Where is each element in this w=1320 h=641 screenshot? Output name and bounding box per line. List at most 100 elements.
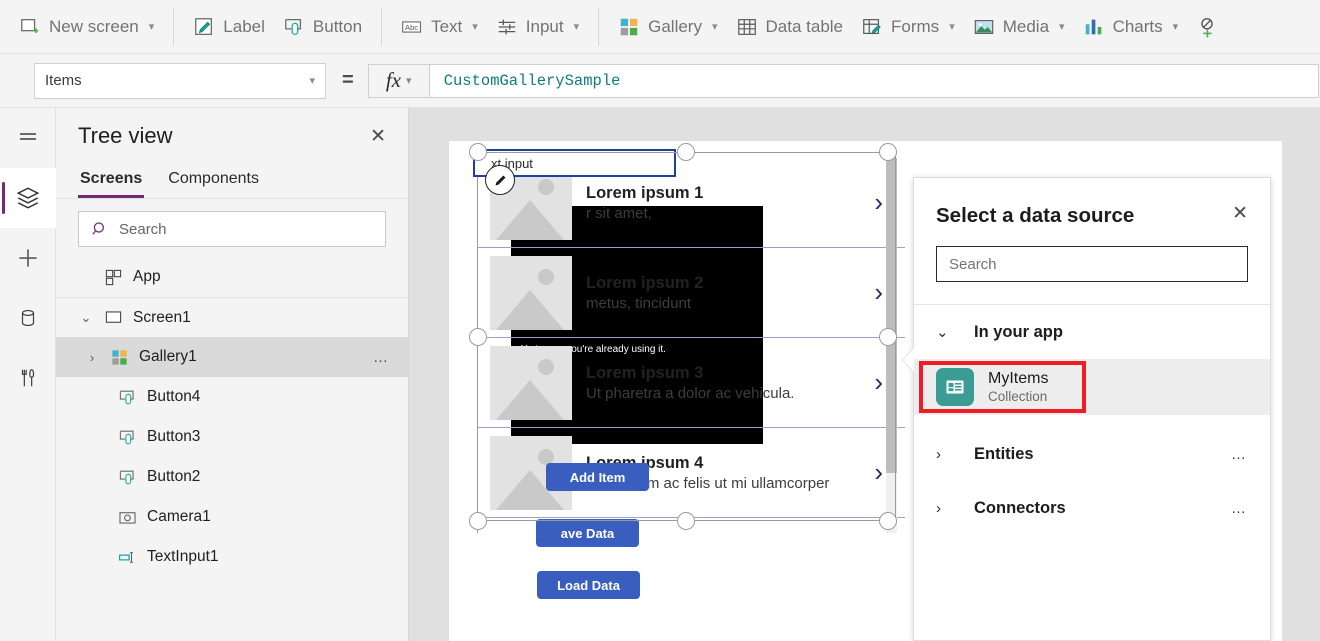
tree-row-button4[interactable]: Button4 bbox=[56, 377, 408, 417]
gallery-row-title: Lorem ipsum 1 bbox=[586, 182, 874, 204]
tree-row-camera1[interactable]: Camera1 bbox=[56, 497, 408, 537]
ribbon-item-label: Gallery bbox=[648, 17, 702, 37]
resize-handle-bottom-left[interactable] bbox=[469, 512, 487, 530]
data-table-icon bbox=[736, 16, 758, 38]
ribbon-gallery-button[interactable]: Gallery ▾ bbox=[609, 7, 726, 47]
gallery-image-placeholder bbox=[490, 346, 572, 420]
ribbon-forms-button[interactable]: Forms ▾ bbox=[852, 7, 964, 47]
ribbon-button-button[interactable]: Button bbox=[274, 7, 371, 47]
edit-pencil-icon[interactable] bbox=[485, 165, 515, 195]
section-context-menu-icon[interactable]: … bbox=[1231, 446, 1248, 463]
resize-handle-mid-left[interactable] bbox=[469, 328, 487, 346]
add-item-button[interactable]: Add Item bbox=[546, 463, 649, 491]
rail-item-media-tools[interactable] bbox=[0, 348, 56, 408]
tree-row-button2[interactable]: Button2 bbox=[56, 457, 408, 497]
ribbon-item-label: Media bbox=[1003, 17, 1049, 37]
tree-search-input[interactable]: Search bbox=[78, 211, 386, 247]
ribbon-text-button[interactable]: Abc Text ▾ bbox=[392, 7, 487, 47]
tree-row-label: Screen1 bbox=[133, 309, 191, 327]
chevron-down-icon: ▾ bbox=[1173, 20, 1179, 33]
chevron-down-icon: ▾ bbox=[712, 20, 718, 33]
tab-screens[interactable]: Screens bbox=[78, 164, 144, 198]
tree-row-screen1[interactable]: ⌄ Screen1 bbox=[56, 297, 408, 337]
section-label: Connectors bbox=[974, 499, 1066, 518]
charts-icon bbox=[1083, 16, 1105, 38]
twisty-expanded-icon[interactable]: ⌄ bbox=[78, 310, 94, 326]
gallery-row-subtitle: metus, tincidunt bbox=[586, 294, 874, 314]
ribbon-add-icon-button[interactable] bbox=[1187, 7, 1227, 47]
resize-handle-top-right[interactable] bbox=[879, 143, 897, 161]
rail-item-hamburger[interactable] bbox=[0, 108, 56, 168]
button-icon bbox=[118, 468, 137, 487]
resize-handle-bottom-center[interactable] bbox=[677, 512, 695, 530]
ribbon-label-button[interactable]: Label bbox=[184, 7, 274, 47]
ribbon-item-label: Button bbox=[313, 17, 362, 37]
tree-row-gallery1[interactable]: › Gallery1 … bbox=[56, 337, 408, 377]
row-context-menu-icon[interactable]: … bbox=[373, 349, 390, 366]
load-data-button[interactable]: Load Data bbox=[537, 571, 640, 599]
data-source-title: Select a data source bbox=[936, 204, 1134, 228]
tree-row-label: Button2 bbox=[147, 468, 200, 486]
tree-row-app[interactable]: App bbox=[56, 257, 408, 297]
resize-handle-top-left[interactable] bbox=[469, 143, 487, 161]
resize-handle-bottom-right[interactable] bbox=[879, 512, 897, 530]
ribbon-data-table-button[interactable]: Data table bbox=[727, 7, 853, 47]
ribbon-new-screen-button[interactable]: New screen ▾ bbox=[10, 7, 163, 47]
resize-handle-top-center[interactable] bbox=[677, 143, 695, 161]
formula-bar: Items ▾ = fx ▾ CustomGallerySample bbox=[0, 54, 1320, 108]
twisty-collapsed-icon[interactable]: › bbox=[84, 350, 100, 365]
tab-components[interactable]: Components bbox=[166, 164, 261, 198]
ribbon-media-button[interactable]: Media ▾ bbox=[964, 7, 1074, 47]
button-icon bbox=[283, 16, 305, 38]
save-data-button[interactable]: ave Data bbox=[536, 519, 639, 547]
gallery-row[interactable]: Lorem ipsum 2 metus, tincidunt › bbox=[478, 248, 905, 338]
close-icon[interactable]: ✕ bbox=[1232, 204, 1248, 223]
ribbon-group-basic: Label Button bbox=[174, 0, 381, 54]
select-data-source-panel: Select a data source ✕ Search ⌄ In your … bbox=[913, 177, 1271, 641]
fx-button[interactable]: fx ▾ bbox=[368, 64, 430, 98]
gallery-row[interactable]: Lorem ipsum 3 Ut pharetra a dolor ac veh… bbox=[478, 338, 905, 428]
gallery-row-title: Lorem ipsum 3 bbox=[586, 362, 874, 384]
tree-row-textinput1[interactable]: TextInput1 bbox=[56, 537, 408, 577]
section-connectors[interactable]: › Connectors … bbox=[914, 481, 1270, 535]
property-select[interactable]: Items ▾ bbox=[34, 63, 326, 99]
formula-input[interactable]: CustomGallerySample bbox=[430, 64, 1319, 98]
chevron-down-icon: ▾ bbox=[149, 20, 155, 33]
gallery-control[interactable]: Lorem ipsum 1 r sit amet, › Lorem ipsum … bbox=[477, 158, 905, 533]
chevron-down-icon: ▾ bbox=[1059, 20, 1065, 33]
ribbon-item-label: Label bbox=[223, 17, 265, 37]
tree-row-label: App bbox=[133, 268, 161, 286]
data-source-item-text: MyItems Collection bbox=[988, 369, 1048, 404]
data-source-item-myitems[interactable]: MyItems Collection bbox=[914, 359, 1270, 415]
ribbon-charts-button[interactable]: Charts ▾ bbox=[1074, 7, 1188, 47]
section-label: In your app bbox=[974, 323, 1063, 342]
camera-icon bbox=[118, 508, 137, 527]
data-source-header: Select a data source ✕ bbox=[914, 178, 1270, 228]
rail-item-tree-view[interactable] bbox=[0, 168, 56, 228]
chevron-down-icon: ▾ bbox=[949, 20, 955, 33]
close-icon[interactable]: ✕ bbox=[370, 127, 386, 146]
rail-item-insert[interactable] bbox=[0, 228, 56, 288]
ribbon-item-label: Data table bbox=[766, 17, 844, 37]
ribbon-input-button[interactable]: Input ▾ bbox=[487, 7, 588, 47]
gallery-icon bbox=[618, 16, 640, 38]
tree-view-title: Tree view bbox=[78, 123, 173, 149]
section-entities[interactable]: › Entities … bbox=[914, 427, 1270, 481]
gallery-row[interactable]: Lorem ipsum 4 Vestibulum ac felis ut mi … bbox=[478, 428, 905, 518]
media-tools-icon bbox=[17, 366, 39, 390]
tree-row-label: TextInput1 bbox=[147, 548, 219, 566]
ribbon-group-inputs: Abc Text ▾ Input ▾ bbox=[382, 0, 598, 54]
section-context-menu-icon[interactable]: … bbox=[1231, 500, 1248, 517]
chevron-down-icon: ▾ bbox=[309, 74, 315, 87]
svg-text:Abc: Abc bbox=[405, 22, 418, 31]
chevron-down-icon: ▾ bbox=[406, 74, 412, 87]
tree-row-button3[interactable]: Button3 bbox=[56, 417, 408, 457]
tree-view-header: Tree view ✕ bbox=[56, 108, 408, 164]
data-source-search-input[interactable]: Search bbox=[936, 246, 1248, 282]
resize-handle-mid-right[interactable] bbox=[879, 328, 897, 346]
data-cylinder-icon bbox=[17, 306, 39, 330]
gallery-icon bbox=[110, 348, 129, 367]
section-in-your-app[interactable]: ⌄ In your app bbox=[914, 305, 1270, 359]
ribbon-group-screens: New screen ▾ bbox=[0, 0, 173, 54]
rail-item-data[interactable] bbox=[0, 288, 56, 348]
